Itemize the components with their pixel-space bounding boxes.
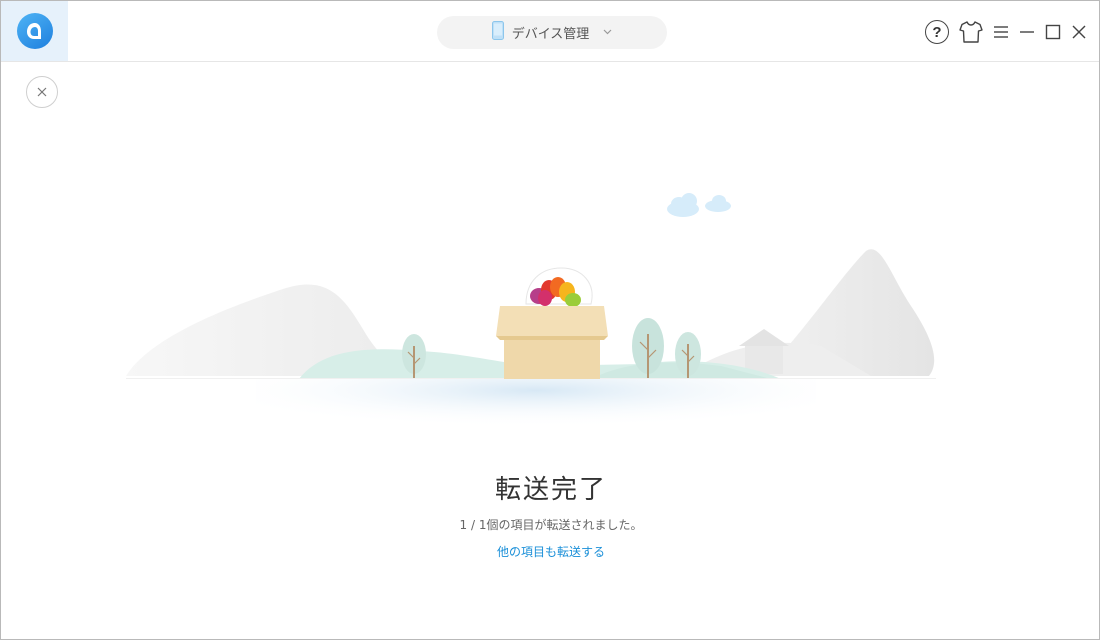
app-window: デバイス管理 ? 転送完了 1 / 1個の項目が転送されました。 他の項目も転送…	[0, 0, 1100, 640]
transfer-complete-illustration	[121, 186, 941, 446]
close-icon[interactable]	[1071, 24, 1087, 40]
maximize-icon[interactable]	[1045, 24, 1061, 40]
app-logo-area[interactable]	[1, 1, 68, 61]
minimize-icon[interactable]	[1019, 25, 1035, 39]
help-icon[interactable]: ?	[925, 20, 949, 44]
photos-app-icon	[525, 267, 593, 307]
dismiss-close-icon[interactable]	[26, 76, 58, 108]
chevron-down-icon	[603, 27, 612, 38]
box-icon	[496, 306, 608, 379]
device-selector[interactable]: デバイス管理	[437, 16, 667, 49]
transfer-summary: 1 / 1個の項目が転送されました。	[459, 518, 643, 532]
app-logo-icon	[16, 13, 53, 49]
window-controls: ?	[925, 18, 1087, 46]
tshirt-icon[interactable]	[959, 21, 983, 43]
device-selector-label: デバイス管理	[511, 27, 590, 42]
transfer-more-link[interactable]: 他の項目も転送する	[1, 543, 1100, 560]
transfer-complete-title: 転送完了	[494, 475, 607, 505]
house-icon	[739, 329, 789, 374]
title-bar: デバイス管理 ?	[1, 1, 1099, 62]
phone-icon	[491, 21, 504, 44]
menu-icon[interactable]	[993, 25, 1009, 39]
cloud-icon	[667, 193, 731, 217]
